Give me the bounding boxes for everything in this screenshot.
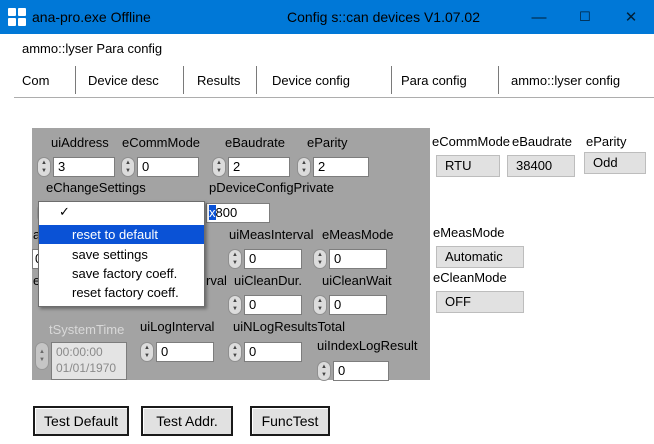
ebaudrate-field[interactable]: 2: [228, 157, 290, 177]
pdeviceconfigprivate-value: 800: [215, 205, 238, 220]
tab-device-config[interactable]: Device config: [272, 66, 350, 94]
functest-button[interactable]: FuncTest: [250, 406, 330, 436]
eparity-label: eParity: [307, 135, 348, 150]
ind-ebaudrate-label: eBaudrate: [512, 134, 572, 149]
partial-label-interval: rval: [206, 273, 227, 288]
menu-item-reset-factory-coeff[interactable]: reset factory coeff.: [39, 283, 204, 302]
uinlogresultstotal-stepper[interactable]: ▲ ▼: [228, 342, 242, 362]
uimeasinterval-field[interactable]: 0: [244, 249, 302, 269]
test-addr-button[interactable]: Test Addr.: [141, 406, 233, 436]
ind-emeasmode-label: eMeasMode: [433, 225, 505, 240]
tab-results[interactable]: Results: [197, 66, 240, 94]
uicleanwait-stepper[interactable]: ▲ ▼: [313, 295, 327, 315]
menu-item-save-factory-coeff[interactable]: save factory coeff.: [39, 264, 204, 283]
uinlogresultstotal-label: uiNLogResultsTotal: [233, 319, 346, 334]
uiaddress-field[interactable]: 3: [53, 157, 115, 177]
ind-ecommmode-value: RTU: [436, 155, 500, 177]
tsystemtime-date: 01/01/1970: [56, 361, 117, 375]
ind-ecleanmode-value: OFF: [436, 291, 524, 313]
echangesettings-label: eChangeSettings: [46, 180, 146, 195]
ecommmode-stepper[interactable]: ▲ ▼: [121, 157, 135, 177]
test-default-button[interactable]: Test Default: [33, 406, 129, 436]
uimeasinterval-label: uiMeasInterval: [229, 227, 314, 242]
tab-divider: [75, 66, 76, 94]
tab-divider: [183, 66, 184, 94]
uinlogresultstotal-field[interactable]: 0: [244, 342, 302, 362]
emeasmode-field[interactable]: 0: [329, 249, 387, 269]
uiloginterval-stepper[interactable]: ▲ ▼: [140, 342, 154, 362]
tsystemtime-stepper[interactable]: ▲ ▼: [35, 342, 49, 370]
tab-divider: [391, 66, 392, 94]
ebaudrate-label: eBaudrate: [225, 135, 285, 150]
emeasmode-stepper[interactable]: ▲ ▼: [313, 249, 327, 269]
tsystemtime-field[interactable]: 00:00:00 01/01/1970: [51, 342, 127, 380]
ecommmode-label: eCommMode: [122, 135, 201, 150]
uicleanwait-field[interactable]: 0: [329, 295, 387, 315]
pdeviceconfigprivate-field[interactable]: x800: [206, 203, 270, 223]
menu-item-reset-to-default[interactable]: reset to default: [39, 225, 204, 244]
uicleandur-label: uiCleanDur.: [234, 273, 302, 288]
window-title: Config s::can devices V1.07.02: [287, 9, 481, 25]
ebaudrate-stepper[interactable]: ▲ ▼: [212, 157, 226, 177]
uiaddress-label: uiAddress: [51, 135, 109, 150]
uicleandur-field[interactable]: 0: [244, 295, 302, 315]
uicleandur-stepper[interactable]: ▲ ▼: [228, 295, 242, 315]
ecommmode-field[interactable]: 0: [137, 157, 199, 177]
pdeviceconfigprivate-label: pDeviceConfigPrivate: [209, 180, 335, 195]
title-bar: ana-pro.exe Offline Config s::can device…: [0, 0, 654, 34]
tab-para-config[interactable]: Para config: [401, 66, 467, 94]
tab-com[interactable]: Com: [22, 66, 49, 94]
uiindexlogresult-field[interactable]: 0: [333, 361, 389, 381]
ind-ecleanmode-label: eCleanMode: [433, 270, 507, 285]
ind-emeasmode-value: Automatic: [436, 246, 524, 268]
ind-ecommmode-label: eCommMode: [432, 134, 511, 149]
tsystemtime-time: 00:00:00: [56, 345, 103, 359]
minimize-button[interactable]: —: [516, 0, 562, 34]
tab-device-desc[interactable]: Device desc: [88, 66, 159, 94]
emeasmode-label: eMeasMode: [322, 227, 394, 242]
uiaddress-stepper[interactable]: ▲ ▼: [37, 157, 51, 177]
eparity-field[interactable]: 2: [313, 157, 369, 177]
tab-divider: [498, 66, 499, 94]
eparity-stepper[interactable]: ▲ ▼: [297, 157, 311, 177]
uiloginterval-label: uiLogInterval: [140, 319, 215, 334]
tab-divider: [256, 66, 257, 94]
uiindexlogresult-label: uiIndexLogResult: [317, 338, 418, 353]
ind-eparity-label: eParity: [586, 134, 627, 149]
app-name: ana-pro.exe Offline: [32, 9, 151, 25]
change-settings-menu: ✓ reset to default save settings save fa…: [38, 201, 205, 307]
close-button[interactable]: ✕: [608, 0, 654, 34]
tsystemtime-label: tSystemTime: [49, 322, 125, 337]
ind-ebaudrate-value: 38400: [507, 155, 575, 177]
maximize-button[interactable]: ☐: [562, 0, 608, 34]
uiloginterval-field[interactable]: 0: [156, 342, 214, 362]
uimeasinterval-stepper[interactable]: ▲ ▼: [228, 249, 242, 269]
uicleanwait-label: uiCleanWait: [322, 273, 392, 288]
uiindexlogresult-stepper[interactable]: ▲ ▼: [317, 361, 331, 381]
tab-ammolyser-config[interactable]: ammo::lyser config: [511, 66, 620, 94]
tab-bar: Com Device desc Results Device config Pa…: [14, 62, 654, 98]
app-icon: [8, 8, 26, 26]
subtitle: ammo::lyser Para config: [22, 41, 163, 56]
menu-item-save-settings[interactable]: save settings: [39, 245, 204, 264]
ind-eparity-value: Odd: [584, 152, 646, 174]
menu-check-icon: ✓: [59, 204, 70, 219]
